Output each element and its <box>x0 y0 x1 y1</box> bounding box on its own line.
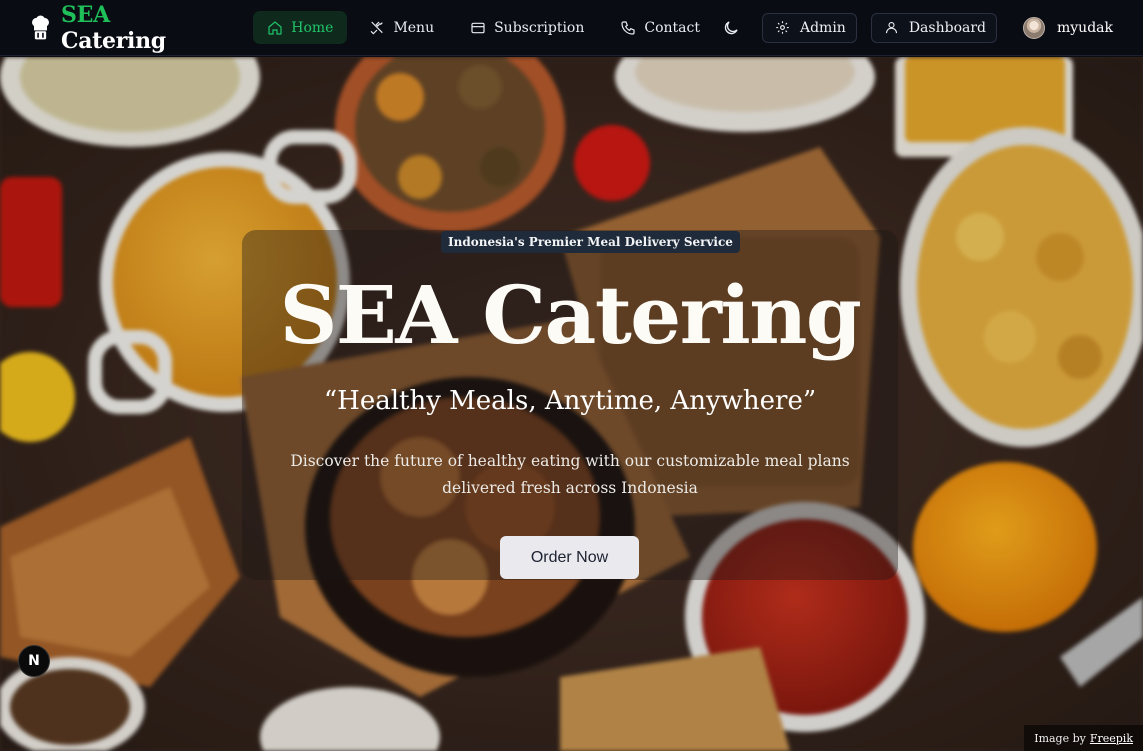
nav-subscription[interactable]: Subscription <box>456 11 598 44</box>
hero-title: SEA Catering <box>279 268 862 362</box>
nav-home-label: Home <box>291 19 334 36</box>
brand-link[interactable]: SEA Catering <box>30 2 191 54</box>
user-icon <box>885 21 897 34</box>
brand-name: SEA Catering <box>61 1 166 54</box>
credit-card-icon <box>471 22 485 33</box>
tagline-badge: Indonesia's Premier Meal Delivery Servic… <box>441 231 740 253</box>
nav-menu-label: Menu <box>393 19 435 36</box>
admin-label: Admin <box>799 19 846 36</box>
credit-prefix: Image by <box>1034 731 1086 745</box>
nextjs-devtools-badge[interactable]: N <box>18 645 50 677</box>
image-credit: Image by Freepik <box>1024 725 1143 751</box>
dashboard-label: Dashboard <box>908 19 986 36</box>
nav-contact[interactable]: Contact <box>606 11 714 44</box>
avatar <box>1023 16 1045 39</box>
nav-actions: Admin Dashboard myudak <box>714 11 1113 45</box>
hero-slogan: “Healthy Meals, Anytime, Anywhere” <box>323 386 817 416</box>
nav-menu[interactable]: Menu <box>355 11 448 44</box>
hero-description: Discover the future of healthy eating wi… <box>290 452 850 497</box>
gear-icon <box>776 21 789 34</box>
nav-home[interactable]: Home <box>253 11 348 44</box>
home-icon <box>268 20 282 35</box>
theme-toggle-button[interactable] <box>714 11 748 45</box>
nav-subscription-label: Subscription <box>494 19 585 36</box>
user-menu[interactable]: myudak <box>1023 16 1113 39</box>
nav-contact-label: Contact <box>644 19 700 36</box>
chef-hat-logo-icon <box>32 14 49 39</box>
hero-section: Indonesia's Premier Meal Delivery Servic… <box>0 57 1143 751</box>
navbar: SEA Catering Home Menu Subscription Cont… <box>0 0 1143 56</box>
order-now-button[interactable]: Order Now <box>500 536 639 579</box>
username: myudak <box>1057 19 1113 36</box>
moon-icon <box>724 20 738 34</box>
main-nav: Home Menu Subscription Contact <box>253 11 714 44</box>
admin-button[interactable]: Admin <box>761 12 857 43</box>
utensils-icon <box>371 21 384 34</box>
dashboard-button[interactable]: Dashboard <box>870 12 997 43</box>
phone-icon <box>621 20 635 35</box>
freepik-link[interactable]: Freepik <box>1090 732 1133 745</box>
